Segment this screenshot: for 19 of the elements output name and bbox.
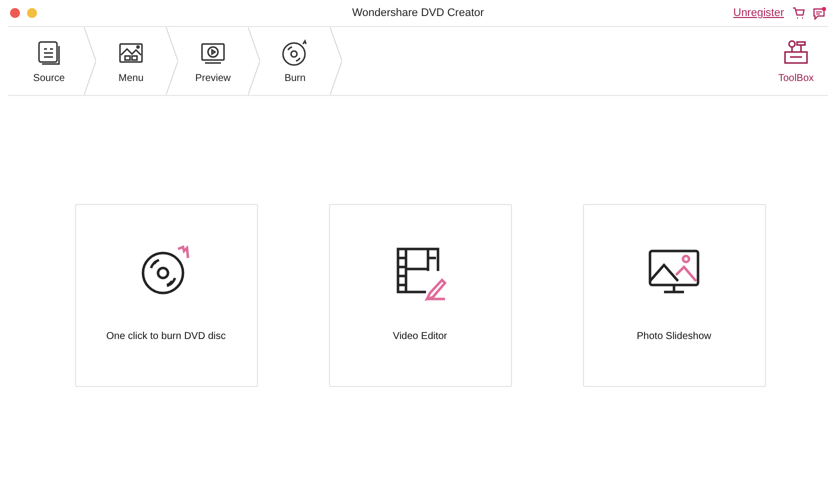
feature-card[interactable]: Video Editor xyxy=(328,204,512,387)
step-divider xyxy=(330,27,342,95)
step-divider xyxy=(248,27,260,95)
toolbox-icon xyxy=(783,38,809,64)
unregister-link[interactable]: Unregister xyxy=(733,7,784,19)
toolbox-button[interactable]: ToolBox xyxy=(764,27,828,95)
step-divider xyxy=(166,27,178,95)
step-tab[interactable]: Menu xyxy=(90,27,172,95)
step-tab[interactable]: Burn xyxy=(254,27,336,95)
step-tab[interactable]: Source xyxy=(8,27,90,95)
step-divider xyxy=(84,27,96,95)
close-button[interactable] xyxy=(10,8,20,18)
feature-card[interactable]: One click to burn DVD disc xyxy=(74,204,258,387)
feature-card[interactable]: Photo Slideshow xyxy=(582,204,766,387)
cart-icon[interactable] xyxy=(792,7,805,19)
message-icon[interactable] xyxy=(813,6,826,20)
step-tab[interactable]: Preview xyxy=(172,27,254,95)
window-title: Wondershare DVD Creator xyxy=(352,7,484,19)
disc-icon xyxy=(281,38,309,66)
